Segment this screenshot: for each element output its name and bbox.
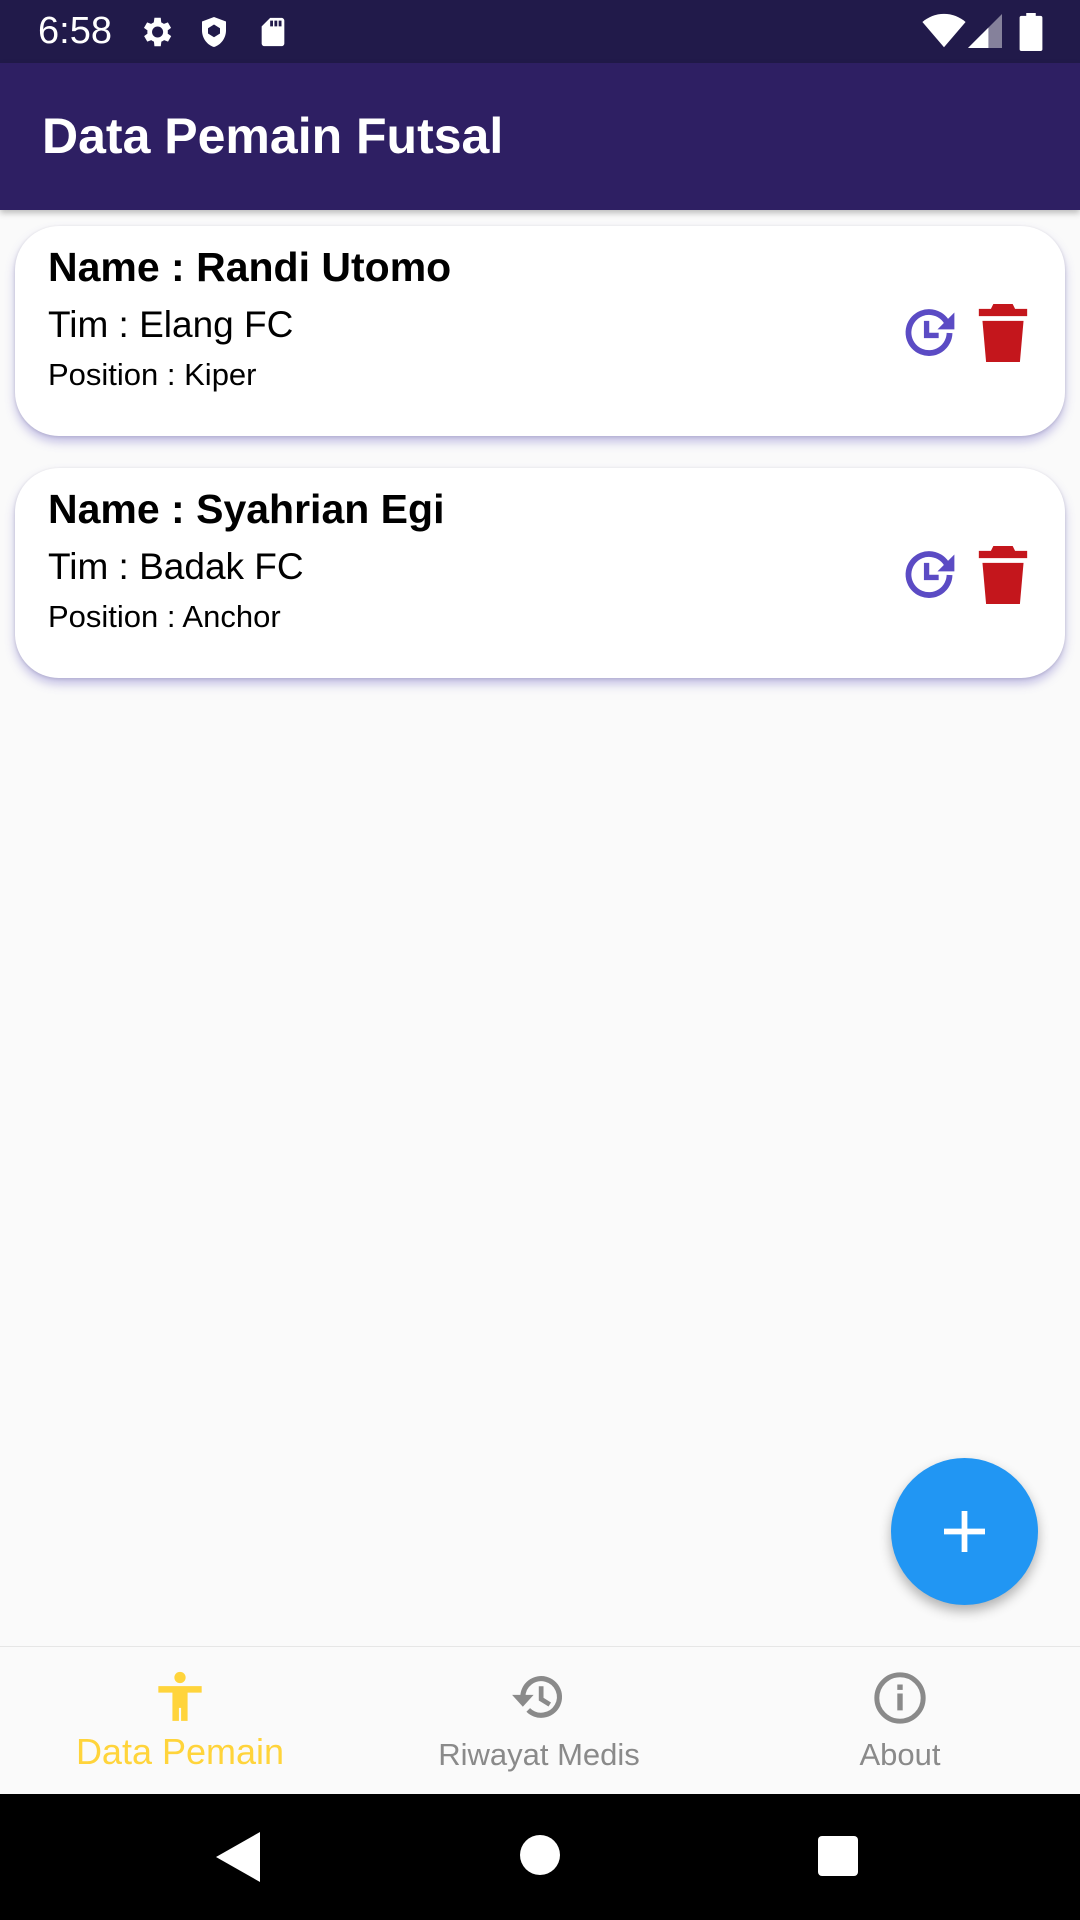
history-icon[interactable] xyxy=(900,546,958,604)
bottom-navigation: Data Pemain Riwayat Medis About xyxy=(0,1646,1080,1794)
battery-icon xyxy=(1019,13,1043,51)
info-icon xyxy=(874,1672,926,1724)
player-name: Name : Syahrian Egi xyxy=(48,486,445,532)
player-team: Tim : Badak FC xyxy=(48,546,304,587)
delete-icon[interactable] xyxy=(978,304,1028,362)
history-icon xyxy=(512,1676,562,1718)
system-navigation-bar xyxy=(0,1794,1080,1920)
app-bar: Data Pemain Futsal xyxy=(0,63,1080,210)
nav-item-data-pemain[interactable]: Data Pemain xyxy=(30,1647,330,1795)
shield-icon xyxy=(202,17,226,47)
player-position: Position : Anchor xyxy=(48,599,281,634)
delete-icon[interactable] xyxy=(978,546,1028,604)
wifi-icon xyxy=(922,13,966,48)
nav-item-riwayat-medis[interactable]: Riwayat Medis xyxy=(389,1647,689,1795)
add-player-button[interactable] xyxy=(891,1458,1038,1605)
nav-label: About xyxy=(859,1737,941,1772)
signal-icon xyxy=(968,14,1002,48)
player-name: Name : Randi Utomo xyxy=(48,244,452,290)
nav-label: Data Pemain xyxy=(75,1731,285,1772)
accessibility-icon xyxy=(158,1671,202,1721)
recents-icon[interactable] xyxy=(818,1836,858,1876)
status-time: 6:58 xyxy=(38,10,112,52)
player-team: Tim : Elang FC xyxy=(48,304,294,345)
plus-icon xyxy=(944,1511,985,1552)
settings-icon xyxy=(143,17,172,47)
history-icon[interactable] xyxy=(900,304,958,362)
player-card[interactable]: Name : Randi Utomo Tim : Elang FC Positi… xyxy=(15,226,1065,436)
sd-card-icon xyxy=(261,17,285,47)
home-icon[interactable] xyxy=(520,1835,560,1875)
player-card[interactable]: Name : Syahrian Egi Tim : Badak FC Posit… xyxy=(15,468,1065,678)
nav-label: Riwayat Medis xyxy=(438,1737,640,1772)
page-title: Data Pemain Futsal xyxy=(42,108,504,164)
nav-item-about[interactable]: About xyxy=(750,1647,1050,1795)
player-position: Position : Kiper xyxy=(48,357,257,392)
back-icon[interactable] xyxy=(216,1832,260,1882)
status-bar: 6:58 xyxy=(0,0,1080,63)
